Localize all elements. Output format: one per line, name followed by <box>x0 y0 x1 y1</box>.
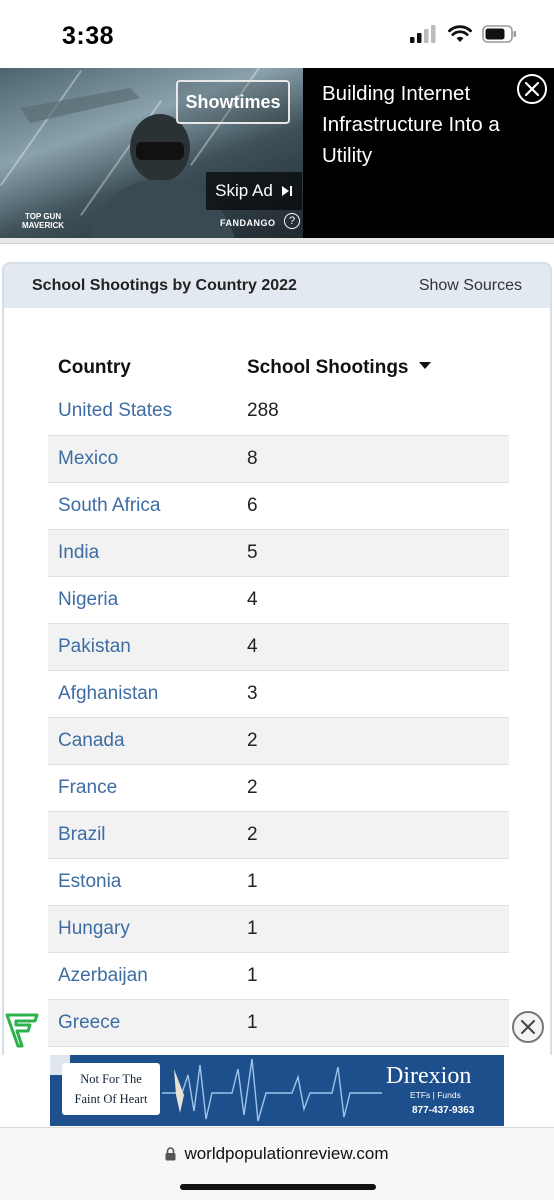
school-shootings-value: 4 <box>237 623 509 671</box>
video-ad[interactable]: Showtimes Skip Ad TOP GUN MAVERICK FANDAN… <box>0 68 554 238</box>
ad-network-logo-icon[interactable] <box>4 1010 40 1048</box>
table-row: United States 288 <box>48 388 509 436</box>
card-title: School Shootings by Country 2022 <box>32 277 297 294</box>
school-shootings-value: 3 <box>237 670 509 718</box>
table-row: Azerbaijan 1 <box>48 952 509 1000</box>
country-link[interactable]: Mexico <box>48 435 237 483</box>
school-shootings-value: 288 <box>237 388 509 436</box>
card-header: School Shootings by Country 2022 Show So… <box>4 264 550 308</box>
country-link[interactable]: France <box>48 764 237 812</box>
ad-video-frame[interactable]: Showtimes Skip Ad TOP GUN MAVERICK FANDAN… <box>0 68 303 238</box>
close-icon <box>521 1020 535 1034</box>
skip-ad-label: Skip Ad <box>215 181 273 200</box>
column-header-label: School Shootings <box>247 357 409 378</box>
country-link[interactable]: Pakistan <box>48 623 237 671</box>
browser-address-bar[interactable]: worldpopulationreview.com <box>0 1127 554 1200</box>
country-link[interactable]: Brazil <box>48 811 237 859</box>
banner-tagline: Not For The Faint Of Heart <box>62 1063 160 1115</box>
table-row: Canada 2 <box>48 717 509 765</box>
table-row: Estonia 1 <box>48 858 509 906</box>
fandango-logo: FANDANGO <box>220 218 276 228</box>
ad-headline[interactable]: Building Internet Infrastructure Into a … <box>322 78 522 171</box>
country-link[interactable]: Afghanistan <box>48 670 237 718</box>
column-header-country[interactable]: Country <box>48 348 237 388</box>
sort-desc-icon <box>418 362 431 370</box>
banner-ad[interactable]: Not For The Faint Of Heart Direxion ETFs… <box>50 1055 504 1126</box>
skip-ad-button[interactable]: Skip Ad <box>206 172 302 210</box>
country-link[interactable]: India <box>48 529 237 577</box>
country-link[interactable]: Canada <box>48 717 237 765</box>
table-row: Greece 1 <box>48 999 509 1047</box>
battery-icon <box>482 25 516 43</box>
school-shootings-value: 1 <box>237 858 509 906</box>
school-shootings-value: 8 <box>237 435 509 483</box>
school-shootings-card: School Shootings by Country 2022 Show So… <box>2 262 552 1062</box>
tagline-line-1: Not For The <box>80 1072 142 1086</box>
country-link[interactable]: Hungary <box>48 905 237 953</box>
heartbeat-line-icon <box>162 1058 382 1122</box>
table-header-row: Country School Shootings <box>48 348 509 388</box>
table-row: France 2 <box>48 764 509 812</box>
banner-subtitle: ETFs | Funds <box>410 1090 461 1100</box>
table-row: Pakistan 4 <box>48 623 509 671</box>
home-indicator[interactable] <box>180 1184 376 1190</box>
school-shootings-value: 4 <box>237 576 509 624</box>
content-divider <box>0 238 554 256</box>
close-ad-button[interactable] <box>517 74 547 104</box>
showtimes-button[interactable]: Showtimes <box>176 80 290 124</box>
url-display[interactable]: worldpopulationreview.com <box>0 1144 554 1164</box>
table-body: United States 288 Mexico 8 South Africa 6 Indi… <box>48 388 509 1047</box>
lock-icon <box>165 1147 176 1161</box>
table-row: India 5 <box>48 529 509 577</box>
close-icon <box>525 82 539 96</box>
table-row: South Africa 6 <box>48 482 509 530</box>
skip-next-icon <box>281 186 292 196</box>
school-shootings-value: 5 <box>237 529 509 577</box>
url-text: worldpopulationreview.com <box>184 1144 389 1163</box>
ad-help-icon[interactable]: ? <box>284 213 300 229</box>
school-shootings-value: 1 <box>237 952 509 1000</box>
school-shootings-value: 2 <box>237 717 509 765</box>
status-bar: 3:38 <box>0 0 554 68</box>
wifi-icon <box>448 25 472 42</box>
school-shootings-value: 2 <box>237 811 509 859</box>
country-link[interactable]: United States <box>48 388 237 436</box>
column-header-school-shootings[interactable]: School Shootings <box>237 348 509 388</box>
cellular-signal-icon <box>410 25 436 43</box>
close-banner-button[interactable] <box>512 1011 544 1043</box>
topgun-logo: TOP GUN MAVERICK <box>22 212 65 230</box>
table-row: Brazil 2 <box>48 811 509 859</box>
country-link[interactable]: Nigeria <box>48 576 237 624</box>
show-sources-link[interactable]: Show Sources <box>419 277 522 295</box>
table-row: Nigeria 4 <box>48 576 509 624</box>
table-row: Mexico 8 <box>48 435 509 483</box>
table-row: Afghanistan 3 <box>48 670 509 718</box>
school-shootings-value: 2 <box>237 764 509 812</box>
country-link[interactable]: Azerbaijan <box>48 952 237 1000</box>
country-link[interactable]: South Africa <box>48 482 237 530</box>
school-shootings-value: 1 <box>237 905 509 953</box>
school-shootings-value: 6 <box>237 482 509 530</box>
school-shootings-table: Country School Shootings United States 28… <box>48 348 509 1047</box>
status-time: 3:38 <box>62 22 115 50</box>
country-link[interactable]: Estonia <box>48 858 237 906</box>
tagline-line-2: Faint Of Heart <box>74 1092 148 1106</box>
banner-phone: 877-437-9363 <box>412 1105 475 1116</box>
table-row: Hungary 1 <box>48 905 509 953</box>
banner-ad-container: Not For The Faint Of Heart Direxion ETFs… <box>0 1055 554 1127</box>
direxion-logo: Direxion <box>386 1063 472 1089</box>
country-link[interactable]: Greece <box>48 999 237 1047</box>
status-icons <box>410 25 518 43</box>
school-shootings-value: 1 <box>237 999 509 1047</box>
